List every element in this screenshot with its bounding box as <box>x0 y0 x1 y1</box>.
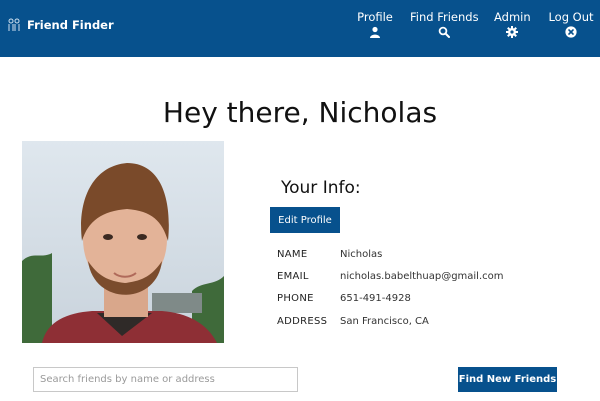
info-value: San Francisco, CA <box>340 316 429 327</box>
nav-admin-label: Admin <box>494 10 531 24</box>
info-value: 651-491-4928 <box>340 293 411 304</box>
info-value: nicholas.babelthuap@gmail.com <box>340 271 504 282</box>
nav-profile[interactable]: Profile <box>355 10 395 38</box>
friends-logo-icon <box>8 18 20 31</box>
friend-search-input[interactable] <box>33 367 298 392</box>
info-value: Nicholas <box>340 249 383 260</box>
nav-admin[interactable]: Admin <box>494 10 531 38</box>
info-heading: Your Info: <box>281 178 361 198</box>
info-key: NAME <box>277 249 308 260</box>
brand-title: Friend Finder <box>27 18 114 32</box>
edit-profile-button[interactable]: Edit Profile <box>270 207 340 233</box>
find-new-friends-button[interactable]: Find New Friends <box>458 367 557 392</box>
info-row-phone: PHONE 651-491-4928 <box>277 293 411 304</box>
info-key: EMAIL <box>277 271 309 282</box>
profile-photo <box>22 141 224 343</box>
info-key: PHONE <box>277 293 314 304</box>
info-row-name: NAME Nicholas <box>277 249 382 260</box>
user-icon <box>370 26 380 38</box>
page-greeting: Hey there, Nicholas <box>162 96 438 129</box>
nav-logout-label: Log Out <box>548 10 594 24</box>
top-navbar: Friend Finder Profile Find Friends Admin <box>0 0 600 57</box>
nav-find-friends[interactable]: Find Friends <box>410 10 479 38</box>
brand-link[interactable]: Friend Finder <box>7 18 114 32</box>
info-row-email: EMAIL nicholas.babelthuap@gmail.com <box>277 271 504 282</box>
gear-icon <box>506 26 518 38</box>
info-row-address: ADDRESS San Francisco, CA <box>277 316 429 327</box>
search-icon <box>438 26 450 38</box>
nav-find-friends-label: Find Friends <box>410 10 479 24</box>
info-key: ADDRESS <box>277 316 328 327</box>
close-circle-icon <box>565 26 577 38</box>
nav-profile-label: Profile <box>357 10 393 24</box>
nav-logout[interactable]: Log Out <box>548 10 594 38</box>
